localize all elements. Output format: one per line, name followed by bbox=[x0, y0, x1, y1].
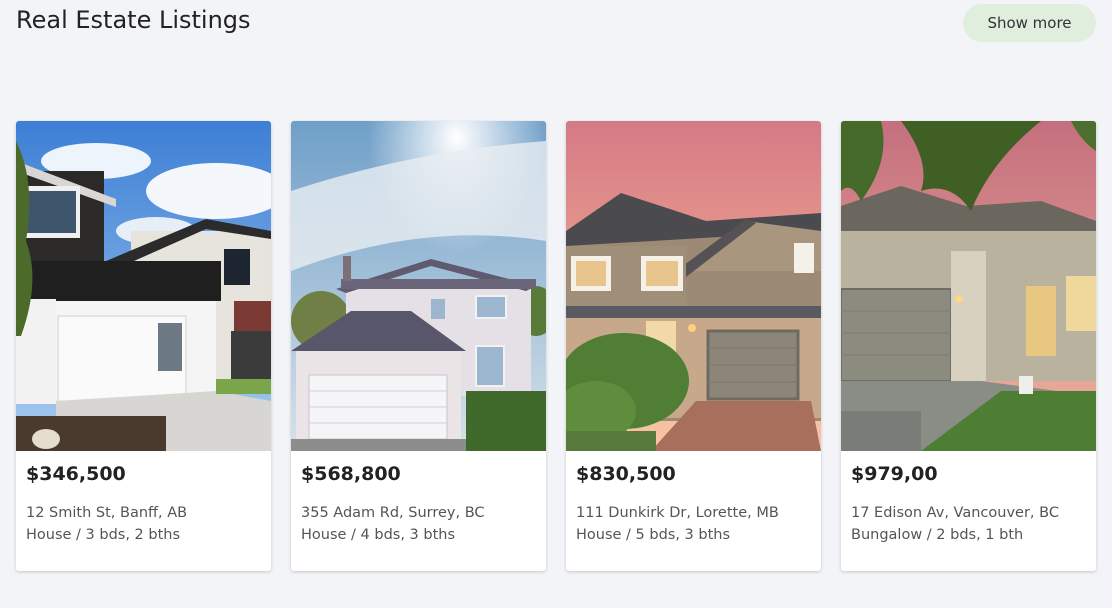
listing-photo bbox=[841, 121, 1096, 451]
show-more-button[interactable]: Show more bbox=[963, 4, 1096, 42]
listing-card[interactable]: $568,800 355 Adam Rd, Surrey, BC House /… bbox=[291, 121, 546, 571]
listing-cards: $346,500 12 Smith St, Banff, AB House / … bbox=[16, 121, 1096, 571]
listing-photo bbox=[291, 121, 546, 451]
listing-details: House / 3 bds, 2 bths bbox=[26, 527, 181, 543]
listing-photo bbox=[16, 121, 271, 451]
listing-price: $346,500 bbox=[26, 463, 126, 485]
listing-card[interactable]: $830,500 111 Dunkirk Dr, Lorette, MB Hou… bbox=[566, 121, 821, 571]
listing-photo bbox=[566, 121, 821, 451]
listing-price: $568,800 bbox=[301, 463, 401, 485]
listing-details: Bungalow / 2 bds, 1 bth bbox=[851, 527, 1024, 543]
listing-details: House / 5 bds, 3 bths bbox=[576, 527, 731, 543]
page: Real Estate Listings Show more $346,500 … bbox=[0, 0, 1112, 608]
listing-card[interactable]: $979,00 17 Edison Av, Vancouver, BC Bung… bbox=[841, 121, 1096, 571]
listing-card[interactable]: $346,500 12 Smith St, Banff, AB House / … bbox=[16, 121, 271, 571]
listing-address: 111 Dunkirk Dr, Lorette, MB bbox=[576, 505, 779, 521]
listing-address: 17 Edison Av, Vancouver, BC bbox=[851, 505, 1059, 521]
listing-address: 12 Smith St, Banff, AB bbox=[26, 505, 188, 521]
listing-price: $830,500 bbox=[576, 463, 676, 485]
listing-details: House / 4 bds, 3 bths bbox=[301, 527, 456, 543]
listing-address: 355 Adam Rd, Surrey, BC bbox=[301, 505, 485, 521]
listing-price: $979,00 bbox=[851, 463, 938, 485]
page-title: Real Estate Listings bbox=[16, 6, 251, 34]
